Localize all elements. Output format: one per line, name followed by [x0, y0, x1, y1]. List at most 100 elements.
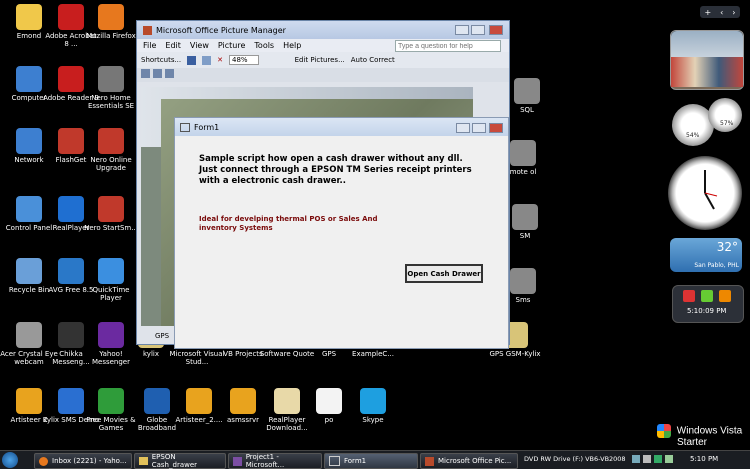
- close-button[interactable]: [489, 25, 503, 35]
- form1-titlebar[interactable]: Form1: [175, 118, 508, 136]
- next-icon[interactable]: ›: [732, 8, 735, 17]
- app-icon: [143, 25, 152, 35]
- sidebar-controls: + ‹ ›: [700, 6, 740, 18]
- shortcut-icon: [98, 128, 124, 154]
- shortcut-icon: [58, 322, 84, 348]
- shortcut-icon: [360, 388, 386, 414]
- desktop-icon-label: Nero StartSm...: [84, 224, 138, 232]
- shortcut-icon: [510, 140, 536, 166]
- desktop-icon[interactable]: QuickTime Player: [82, 258, 140, 302]
- shortcuts-button[interactable]: Shortcuts...: [141, 56, 181, 64]
- shortcut-icon: [16, 388, 42, 414]
- prev-icon[interactable]: ‹: [720, 8, 723, 17]
- weather-location: San Pablo, PHL: [694, 262, 739, 269]
- desktop-icon[interactable]: Nero Online Upgrade: [82, 128, 140, 172]
- slideshow-gadget[interactable]: [670, 30, 744, 90]
- open-cash-drawer-button[interactable]: Open Cash Drawer: [405, 264, 483, 283]
- shortcut-icon: [98, 258, 124, 284]
- windows-logo-icon: [657, 424, 671, 438]
- desktop-icon-label: GPS GSM-Kylix: [489, 350, 541, 358]
- form-maximize-button[interactable]: [472, 123, 486, 133]
- clock-gadget: [668, 156, 742, 230]
- picture-manager-icon: [425, 456, 434, 466]
- taskbar-label: Microsoft Office Pic...: [438, 457, 512, 465]
- maximize-button[interactable]: [471, 25, 485, 35]
- taskbar: Inbox (2221) - Yaho... EPSON Cash_drawer…: [0, 450, 750, 469]
- filmstrip-view-icon[interactable]: [153, 69, 162, 78]
- tray-icons: [632, 455, 673, 463]
- menu-tools[interactable]: Tools: [254, 41, 274, 50]
- save-icon[interactable]: [187, 55, 197, 65]
- shortcut-icon: [512, 204, 538, 230]
- shortcut-icon: [16, 196, 42, 222]
- shortcut-icon: [16, 258, 42, 284]
- menu-edit[interactable]: Edit: [165, 41, 181, 50]
- menu-picture[interactable]: Picture: [218, 41, 246, 50]
- taskbar-item-picture-manager[interactable]: Microsoft Office Pic...: [420, 453, 518, 469]
- status-label: GPS: [155, 332, 170, 340]
- form-title: Form1: [194, 122, 220, 132]
- desktop-icon[interactable]: Mozilla Firefox: [82, 4, 140, 40]
- temperature: 32°: [716, 240, 738, 254]
- shortcut-icon: [58, 258, 84, 284]
- taskbar-clock[interactable]: 5:10 PM: [690, 455, 718, 463]
- delete-icon[interactable]: ✕: [217, 56, 223, 64]
- network-icon[interactable]: [632, 455, 640, 463]
- cpu-meter-gadget: 54% 57%: [672, 98, 742, 148]
- form-minimize-button[interactable]: [456, 123, 470, 133]
- desktop-icon-label: QuickTime Player: [92, 286, 130, 302]
- folder-icon: [139, 457, 148, 465]
- edit-pictures-button[interactable]: Edit Pictures...: [295, 56, 345, 64]
- desktop-icon[interactable]: Nero Home Essentials SE: [82, 66, 140, 110]
- thumbnail-view-icon[interactable]: [141, 69, 150, 78]
- taskbar-item-epson[interactable]: EPSON Cash_drawer: [134, 453, 226, 469]
- shortcut-icon: [510, 268, 536, 294]
- desktop-icon[interactable]: Skype: [344, 388, 402, 424]
- photo-people: [671, 57, 743, 87]
- brand-line2: Starter: [677, 437, 708, 448]
- photo-sky: [671, 31, 743, 57]
- desktop-icon-label: Mozilla Firefox: [86, 32, 136, 40]
- auto-correct-button[interactable]: Auto Correct: [351, 56, 395, 64]
- taskbar-item-project1[interactable]: Project1 - Microsoft...: [228, 453, 322, 469]
- form-close-button[interactable]: [489, 123, 503, 133]
- taskbar-item-form1[interactable]: Form1: [324, 453, 418, 469]
- taskbar-label: Inbox (2221) - Yaho...: [52, 457, 127, 465]
- settings-icon[interactable]: [701, 290, 713, 302]
- desktop-icon-label: ExampleC...: [352, 350, 394, 358]
- single-view-icon[interactable]: [165, 69, 174, 78]
- desktop-icon[interactable]: Nero StartSm...: [82, 196, 140, 232]
- form-icon: [180, 122, 190, 132]
- restart-icon[interactable]: [719, 290, 731, 302]
- shortcut-icon: [98, 388, 124, 414]
- weather-gadget: 32° San Pablo, PHL: [670, 238, 742, 272]
- zoom-select[interactable]: 48%: [229, 55, 259, 65]
- menu-bar: File Edit View Picture Tools Help: [137, 39, 509, 52]
- shortcut-icon: [144, 388, 170, 414]
- taskbar-item-inbox[interactable]: Inbox (2221) - Yaho...: [34, 453, 132, 469]
- safely-remove-icon[interactable]: [654, 455, 662, 463]
- brand-line1: Windows Vista: [676, 425, 743, 437]
- help-search-input[interactable]: [395, 40, 501, 52]
- shortcut-icon: [98, 322, 124, 348]
- vb-icon: [233, 456, 242, 466]
- menu-view[interactable]: View: [190, 41, 209, 50]
- taskbar-label: EPSON Cash_drawer: [151, 453, 198, 469]
- power-icon[interactable]: [683, 290, 695, 302]
- minimize-button[interactable]: [455, 25, 469, 35]
- windows-vista-branding: Windows Vista Starter: [657, 424, 742, 448]
- drive-status[interactable]: DVD RW Drive (F:) VB6-VB2008: [524, 455, 626, 463]
- start-button[interactable]: [2, 452, 18, 468]
- copy-icon[interactable]: [202, 55, 212, 65]
- shutdown-timer-gadget: 5:10:09 PM: [672, 285, 744, 323]
- form1-window[interactable]: Form1 Sample script how open a cash draw…: [174, 117, 509, 349]
- shortcut-icon: [98, 4, 124, 30]
- desktop-icon-label: Nero Home Essentials SE: [87, 94, 135, 110]
- menu-file[interactable]: File: [143, 41, 156, 50]
- add-gadget-icon[interactable]: +: [704, 8, 711, 17]
- picture-manager-titlebar[interactable]: Microsoft Office Picture Manager: [137, 21, 509, 39]
- memory-value: 57%: [720, 120, 734, 127]
- menu-help[interactable]: Help: [283, 41, 301, 50]
- battery-icon[interactable]: [665, 455, 673, 463]
- volume-icon[interactable]: [643, 455, 651, 463]
